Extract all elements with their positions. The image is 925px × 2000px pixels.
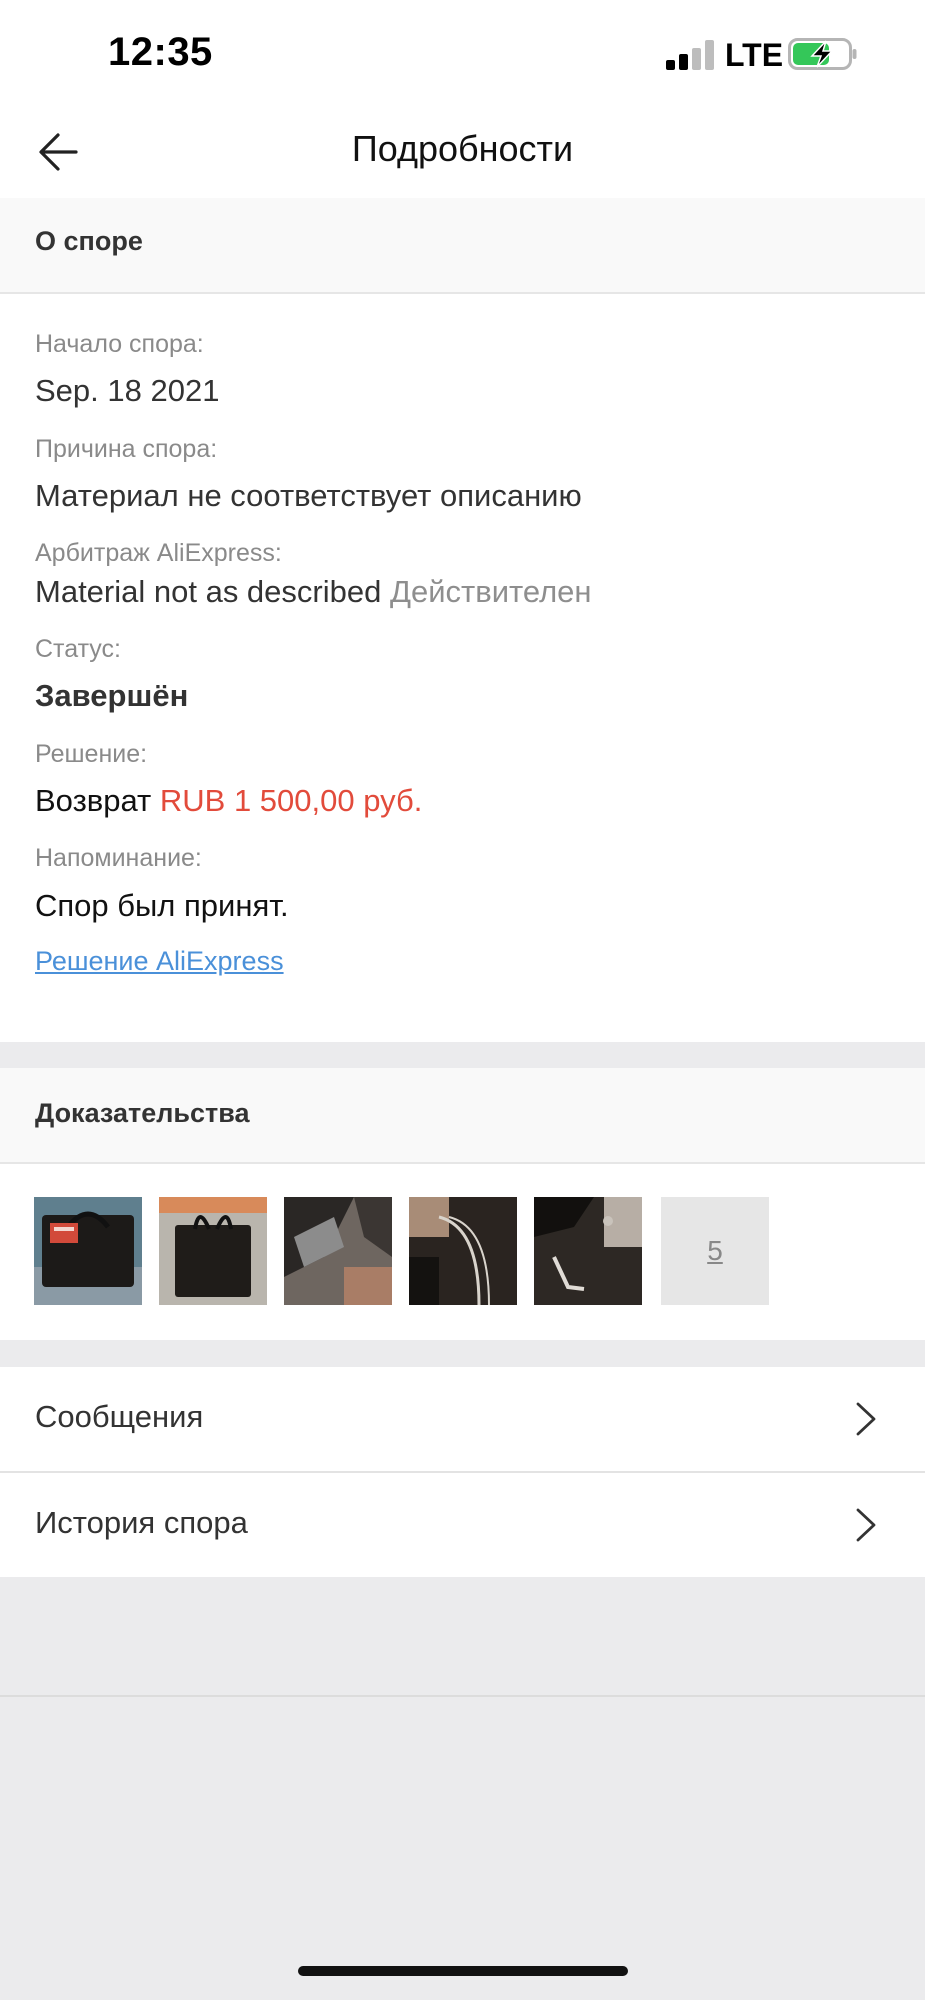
evidence-photo-4[interactable] <box>409 1197 517 1305</box>
dispute-section-header: О споре <box>0 198 925 294</box>
page-title: Подробности <box>351 128 574 169</box>
status-bar: 12:35 LTE <box>0 0 925 110</box>
more-photos-button[interactable]: 5 <box>661 1197 769 1305</box>
nav-bar: Подробности <box>0 110 925 198</box>
dispute-history-row[interactable]: История спора <box>0 1473 925 1577</box>
aliexpress-decision-link[interactable]: Решение AliExpress <box>35 946 284 977</box>
status-label: Статус: <box>35 635 121 663</box>
home-indicator <box>298 1966 628 1976</box>
dispute-details: Начало спора: Sep. 18 2021 Причина спора… <box>0 294 925 1042</box>
signal-icon <box>666 40 714 70</box>
network-label: LTE <box>725 37 784 73</box>
status-value: Завершён <box>35 678 189 713</box>
refund-amount: RUB 1 500,00 руб. <box>159 783 423 818</box>
chevron-right-icon <box>856 1402 876 1436</box>
start-value: Sep. 18 2021 <box>35 373 220 408</box>
arbitration-status: Действителен <box>389 574 592 609</box>
dispute-history-label: История спора <box>35 1505 248 1540</box>
messages-label: Сообщения <box>35 1399 204 1434</box>
arbitration-value: Material not as described <box>35 574 382 609</box>
evidence-photo-5[interactable] <box>534 1197 642 1305</box>
evidence-section-title: Доказательства <box>35 1098 250 1128</box>
resolution-prefix: Возврат <box>35 783 152 818</box>
resolution-label: Решение: <box>35 740 148 768</box>
start-label: Начало спора: <box>35 330 204 358</box>
reason-label: Причина спора: <box>35 435 218 463</box>
battery-charging-icon <box>788 38 857 70</box>
chevron-right-icon <box>856 1508 876 1542</box>
evidence-section-header: Доказательства <box>0 1068 925 1164</box>
reason-value: Материал не соответствует описанию <box>35 478 582 513</box>
resolution-value-line: Возврат RUB 1 500,00 руб. <box>35 783 422 819</box>
reminder-label: Напоминание: <box>35 844 202 872</box>
reminder-value: Спор был принят. <box>35 888 289 923</box>
dispute-section-title: О споре <box>35 226 143 256</box>
evidence-photo-2[interactable] <box>159 1197 267 1305</box>
arbitration-label: Арбитраж AliExpress: <box>35 539 282 567</box>
messages-row[interactable]: Сообщения <box>0 1367 925 1471</box>
bottom-divider <box>0 1695 925 1697</box>
evidence-thumbnails: 5 <box>0 1164 925 1340</box>
arbitration-value-line: Material not as described Действителен <box>35 574 592 610</box>
evidence-photo-1[interactable] <box>34 1197 142 1305</box>
evidence-photo-3[interactable] <box>284 1197 392 1305</box>
status-time: 12:35 <box>108 30 213 74</box>
